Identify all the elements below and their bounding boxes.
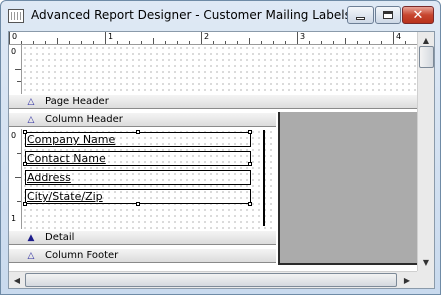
ruler-tick (405, 41, 406, 44)
field-contact-name[interactable]: Contact Name (25, 151, 251, 166)
ruler-tick (357, 41, 358, 44)
expand-triangle-icon[interactable]: ▲ (23, 233, 39, 243)
minimize-button[interactable] (347, 6, 374, 24)
ruler-tick (177, 41, 178, 44)
vruler-tick (15, 177, 21, 178)
ruler-tick (129, 41, 130, 44)
vruler-label-0: 0 (11, 131, 17, 140)
vruler-label-0: 0 (11, 47, 17, 56)
ruler-tick (69, 41, 70, 44)
field-company-name[interactable]: Company Name (25, 132, 251, 147)
collapse-triangle-icon[interactable]: △ (23, 97, 39, 107)
selection-handle[interactable] (136, 130, 140, 134)
ruler-tick (105, 32, 106, 44)
ruler-tick (189, 41, 190, 44)
ruler-label-2: 2 (204, 32, 210, 41)
section-label: Page Header (45, 96, 109, 107)
ruler-label-1: 1 (108, 32, 114, 41)
section-bar-detail[interactable]: ▲ Detail (9, 230, 276, 245)
vruler-tick (17, 153, 21, 154)
ruler-tick (309, 41, 310, 44)
ruler-label-4: 4 (396, 32, 402, 41)
horizontal-ruler: 0 1 2 3 4 (9, 32, 417, 45)
ruler-tick (369, 41, 370, 44)
ruler-tick (165, 41, 166, 44)
section-label: Column Header (45, 114, 123, 125)
horizontal-scrollbar[interactable]: ◀ ▶ (9, 271, 417, 288)
close-button[interactable]: ✕ (402, 6, 434, 24)
maximize-icon (383, 11, 393, 19)
section-label: Column Footer (45, 250, 119, 261)
ruler-tick (321, 41, 322, 44)
report-designer-window: Advanced Report Designer - Customer Mail… (0, 0, 441, 295)
vertical-scrollbar[interactable]: ▲ ▼ (417, 32, 434, 271)
page-header-grid[interactable] (22, 45, 417, 94)
selection-handle[interactable] (136, 202, 140, 206)
collapse-triangle-icon[interactable]: △ (23, 115, 39, 125)
section-bar-column-footer[interactable]: △ Column Footer (9, 248, 276, 263)
ruler-tick (45, 41, 46, 44)
report-icon (8, 9, 24, 23)
section-bar-page-header[interactable]: △ Page Header (9, 94, 417, 109)
vruler-tick (15, 69, 21, 70)
ruler-tick (381, 41, 382, 44)
vruler-tick (17, 201, 21, 202)
title-bar[interactable]: Advanced Report Designer - Customer Mail… (1, 1, 440, 31)
section-bar-column-header[interactable]: △ Column Header (9, 112, 276, 127)
selection-handle[interactable] (23, 162, 27, 166)
column-width-marker[interactable] (263, 130, 265, 226)
scrollbar-corner (417, 271, 434, 288)
vertical-scroll-thumb[interactable] (419, 46, 434, 68)
ruler-tick (345, 38, 346, 44)
unused-page-area (278, 112, 417, 265)
scroll-down-icon[interactable]: ▼ (418, 254, 434, 270)
scroll-left-icon[interactable]: ◀ (9, 272, 25, 288)
maximize-button[interactable] (375, 6, 401, 24)
vruler-tick (17, 81, 21, 82)
vertical-ruler-page-header: 0 (9, 45, 22, 94)
ruler-tick (9, 32, 10, 44)
selection-handle[interactable] (23, 130, 27, 134)
ruler-tick (213, 41, 214, 44)
ruler-tick (285, 41, 286, 44)
horizontal-scroll-thumb[interactable] (25, 273, 397, 287)
ruler-tick (141, 41, 142, 44)
ruler-tick (261, 41, 262, 44)
vruler-label-1: 1 (11, 214, 17, 223)
ruler-tick (225, 41, 226, 44)
ruler-tick (333, 41, 334, 44)
minimize-icon (356, 16, 365, 20)
selection-handle[interactable] (23, 202, 27, 206)
ruler-tick (81, 41, 82, 44)
ruler-tick (153, 38, 154, 44)
designer-canvas: 0 1 2 3 4 0 △ Page Header △ Column Heade… (8, 31, 435, 289)
ruler-tick (57, 38, 58, 44)
ruler-tick (201, 32, 202, 44)
selection-handle[interactable] (248, 130, 252, 134)
selection-handle[interactable] (248, 202, 252, 206)
ruler-label-3: 3 (300, 32, 306, 41)
ruler-tick (33, 41, 34, 44)
window-title: Advanced Report Designer - Customer Mail… (31, 8, 351, 22)
close-icon: ✕ (412, 7, 424, 23)
ruler-tick (237, 41, 238, 44)
ruler-tick (93, 41, 94, 44)
ruler-tick (249, 38, 250, 44)
vertical-ruler-detail: 0 1 (9, 129, 22, 229)
ruler-tick (393, 32, 394, 44)
ruler-tick (297, 32, 298, 44)
selection-handle[interactable] (248, 162, 252, 166)
ruler-tick (273, 41, 274, 44)
ruler-label-0: 0 (12, 32, 18, 41)
ruler-tick (117, 41, 118, 44)
collapse-triangle-icon[interactable]: △ (23, 251, 39, 261)
section-label: Detail (45, 232, 75, 243)
field-address[interactable]: Address (25, 170, 251, 185)
scroll-right-icon[interactable]: ▶ (399, 272, 415, 288)
ruler-tick (21, 41, 22, 44)
